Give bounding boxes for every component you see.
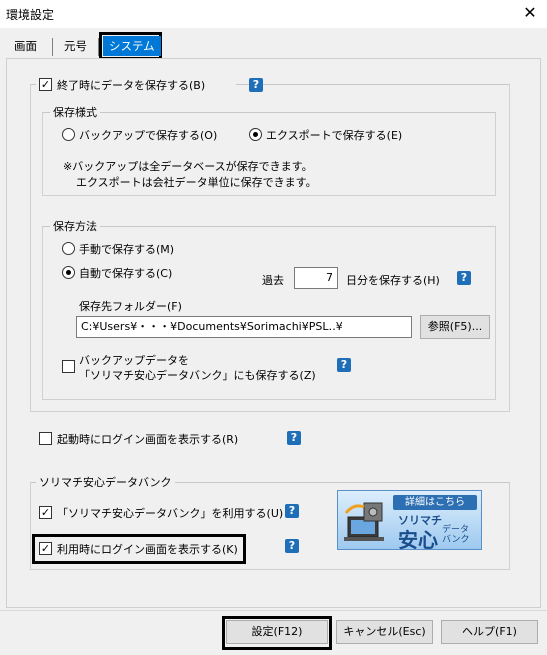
save-on-exit-label: 終了時にデータを保存する(B) [57,79,206,92]
radio-export[interactable] [249,128,262,141]
also-bank-checkbox[interactable] [62,360,75,373]
bank-login-checkbox[interactable]: ✓ [39,542,52,555]
banner-bank-line: バンク [442,535,470,545]
ok-button[interactable]: 設定(F12) [226,620,328,644]
banner-databank: データ バンク [442,525,469,545]
help-icon[interactable]: ? [337,358,351,372]
use-bank-checkbox[interactable]: ✓ [39,506,52,519]
note-line-1: ※バックアップは全データベースが保存できます。 [63,160,313,173]
radio-export-label: エクスポートで保存する(E) [266,129,403,142]
close-icon[interactable]: ✕ [519,2,541,24]
tab-system[interactable]: システム [103,36,161,56]
also-bank-label-1: バックアップデータを [79,354,189,367]
radio-auto[interactable] [62,266,75,279]
banner-data-line: データ [442,525,470,535]
help-icon[interactable]: ? [249,78,263,92]
title-bar [0,0,547,28]
window-title: 環境設定 [6,8,55,22]
bank-login-label: 利用時にログイン画面を表示する(K) [57,543,238,556]
browse-button[interactable]: 参照(F5)... [420,315,490,339]
radio-backup[interactable] [62,128,75,141]
tab-screen[interactable]: 画面 [8,36,43,58]
tab-separator [52,38,53,56]
help-icon[interactable]: ? [285,539,299,553]
folder-label: 保存先フォルダー(F) [79,300,182,313]
tab-era[interactable]: 元号 [58,36,93,58]
folder-path-input[interactable]: C:¥Users¥・・・¥Documents¥Sorimachi¥PSL‥¥ [76,316,412,338]
save-on-exit-checkbox[interactable]: ✓ [39,78,52,91]
banner-anshin: 安心 [398,528,438,552]
days-input[interactable]: 7 [294,267,338,289]
save-method-label: 保存方法 [50,218,100,234]
data-bank-banner[interactable]: 詳細はこちら ソリマチ 安心 データ バンク [337,490,482,552]
radio-manual-label: 手動で保存する(M) [79,243,175,256]
also-bank-label-2: 「ソリマチ安心データバンク」にも保存する(Z) [79,369,316,382]
past-label: 過去 [262,274,284,287]
radio-selected-dot [66,270,71,275]
help-icon[interactable]: ? [457,271,471,285]
safe-laptop-icon [344,502,384,541]
footer-divider [0,610,547,611]
save-style-label: 保存様式 [50,104,100,120]
note-line-2: エクスポートは会社データ単位に保存できます。 [76,176,317,189]
login-on-start-label: 起動時にログイン画面を表示する(R) [57,433,239,446]
radio-auto-label: 自動で保存する(C) [79,267,173,280]
radio-manual[interactable] [62,242,75,255]
login-on-start-checkbox[interactable] [39,432,52,445]
help-icon[interactable]: ? [285,504,299,518]
data-bank-label: ソリマチ安心データバンク [36,474,175,490]
help-icon[interactable]: ? [287,431,301,445]
help-button[interactable]: ヘルプ(F1) [441,620,538,644]
banner-details-label: 詳細はこちら [393,495,477,510]
radio-backup-label: バックアップで保存する(O) [79,129,218,142]
days-suffix-label: 日分を保存する(H) [346,274,440,287]
radio-selected-dot [253,132,258,137]
cancel-button[interactable]: キャンセル(Esc) [336,620,433,644]
use-bank-label: 「ソリマチ安心データバンク」を利用する(U) [57,507,284,520]
